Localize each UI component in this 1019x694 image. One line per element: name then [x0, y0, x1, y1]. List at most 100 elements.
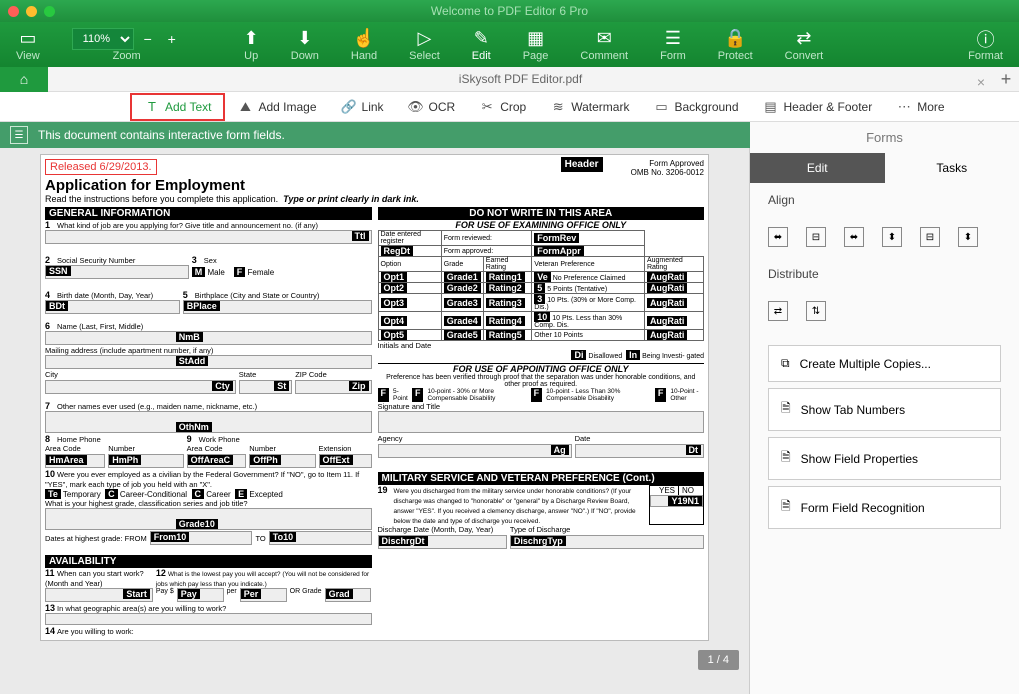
more-button[interactable]: ⋯More [884, 93, 956, 121]
tab-edit[interactable]: Edit [750, 153, 885, 183]
field-off-ext[interactable]: OffExt [319, 454, 372, 468]
up-button[interactable]: ⬆Up [228, 28, 275, 62]
section-availability: AVAILABILITY [45, 555, 372, 568]
add-image-button[interactable]: ⛰Add Image [225, 93, 328, 121]
panel-tabs: Edit Tasks [750, 153, 1019, 183]
home-icon[interactable]: ⌂ [0, 67, 48, 92]
document-view[interactable]: Released 6/29/2013. Application for Empl… [0, 148, 750, 694]
examining-office: FOR USE OF EXAMINING OFFICE ONLY [378, 220, 705, 230]
add-tab-button[interactable]: + [993, 69, 1019, 90]
field-to10[interactable]: To10 [269, 531, 372, 545]
field-signature[interactable] [378, 411, 705, 433]
tab-tasks[interactable]: Tasks [885, 153, 1019, 183]
field-from10[interactable]: From10 [150, 531, 253, 545]
convert-button[interactable]: ⇄Convert [769, 28, 840, 62]
image-icon: ⛰ [237, 99, 253, 115]
field-off-ph[interactable]: OffPh [249, 454, 315, 468]
align-top-icon[interactable]: ⬍ [882, 227, 902, 247]
tab-row: ⌂ iSkysoft PDF Editor.pdf× + [0, 67, 1019, 92]
zoom-select[interactable]: 110% [72, 28, 134, 50]
field-start[interactable]: Start [45, 588, 153, 602]
show-field-props-button[interactable]: 🗎Show Field Properties [768, 437, 1001, 480]
comment-button[interactable]: ✉Comment [564, 28, 644, 62]
zoom-in-button[interactable]: + [162, 29, 182, 49]
panel-title: Forms [750, 122, 1019, 153]
hand-button[interactable]: ☝Hand [335, 28, 393, 62]
appointing-office: FOR USE OF APPOINTING OFFICE ONLY [378, 363, 705, 374]
field-y19[interactable]: Y19N1 [650, 495, 703, 507]
ocr-icon: 👁 [408, 99, 424, 115]
link-button[interactable]: 🔗Link [329, 93, 396, 121]
crop-icon: ✂ [479, 99, 495, 115]
field-date[interactable]: Dt [575, 444, 704, 458]
field-hm-area[interactable]: HmArea [45, 454, 105, 468]
field-off-area[interactable]: OffAreaC [187, 454, 247, 468]
field-ssn[interactable]: SSN [45, 265, 189, 279]
protect-button[interactable]: 🔒Protect [702, 28, 769, 62]
field-birthplace[interactable]: BPlace [183, 300, 372, 314]
pdf-page: Released 6/29/2013. Application for Empl… [40, 154, 709, 641]
field-zip[interactable]: Zip [295, 380, 371, 394]
page-button[interactable]: ▦Page [507, 28, 565, 62]
field-city[interactable]: Cty [45, 380, 236, 394]
form-button[interactable]: ☰Form [644, 28, 702, 62]
window-title: Welcome to PDF Editor 6 Pro [0, 4, 1019, 18]
section-military: MILITARY SERVICE AND VETERAN PREFERENCE … [378, 472, 705, 485]
more-icon: ⋯ [896, 99, 912, 115]
background-button[interactable]: ▭Background [641, 93, 750, 121]
add-text-button[interactable]: TAdd Text [130, 93, 225, 121]
distribute-label: Distribute [750, 257, 1019, 291]
show-tab-numbers-button[interactable]: 🗎Show Tab Numbers [768, 388, 1001, 431]
field-othernames[interactable]: OthNm [45, 411, 372, 433]
distribute-h-icon[interactable]: ⇄ [768, 301, 788, 321]
link-icon: 🔗 [341, 99, 357, 115]
form-instructions: Read the instructions before you complet… [45, 194, 561, 204]
watermark-icon: ≋ [550, 99, 566, 115]
down-button[interactable]: ⬇Down [275, 28, 335, 62]
section-general: GENERAL INFORMATION [45, 207, 372, 220]
copies-icon: ⧉ [781, 356, 790, 371]
align-center-h-icon[interactable]: ⊟ [806, 227, 826, 247]
header-footer-button[interactable]: ▤Header & Footer [751, 93, 885, 121]
select-button[interactable]: ▷Select [393, 28, 456, 62]
field-state[interactable]: St [239, 380, 292, 394]
ocr-button[interactable]: 👁OCR [396, 93, 468, 121]
create-copies-button[interactable]: ⧉Create Multiple Copies... [768, 345, 1001, 382]
field-grade10[interactable]: Grade10 [45, 508, 372, 530]
format-button[interactable]: ⓘFormat [952, 28, 1019, 62]
form-icon: ☰ [10, 126, 28, 144]
field-hm-ph[interactable]: HmPh [108, 454, 183, 468]
distribute-row: ⇄ ⇅ [750, 291, 1019, 331]
field-address[interactable]: StAdd [45, 355, 372, 369]
edit-button[interactable]: ✎Edit [456, 28, 507, 62]
field-pay[interactable]: Pay [177, 588, 224, 602]
watermark-button[interactable]: ≋Watermark [538, 93, 641, 121]
header-tag: Header [561, 157, 603, 172]
tabnum-icon: 🗎 [781, 399, 791, 420]
zoom-out-button[interactable]: − [138, 29, 158, 49]
field-dischrg-dt[interactable]: DischrgDt [378, 535, 507, 549]
field-per[interactable]: Per [240, 588, 287, 602]
field-grad[interactable]: Grad [325, 588, 372, 602]
align-bottom-icon[interactable]: ⬍ [958, 227, 978, 247]
align-right-icon[interactable]: ⬌ [844, 227, 864, 247]
align-left-icon[interactable]: ⬌ [768, 227, 788, 247]
sub-toolbar: TAdd Text ⛰Add Image 🔗Link 👁OCR ✂Crop ≋W… [0, 92, 1019, 122]
form-field-recognition-button[interactable]: 🗎Form Field Recognition [768, 486, 1001, 529]
distribute-v-icon[interactable]: ⇅ [806, 301, 826, 321]
view-button[interactable]: ▭View [0, 28, 56, 62]
field-agency[interactable]: Ag [378, 444, 572, 458]
crop-button[interactable]: ✂Crop [467, 93, 538, 121]
field-birthdate[interactable]: BDt [45, 300, 180, 314]
field-name[interactable]: NmB [45, 331, 372, 345]
form-title: Application for Employment [45, 177, 561, 194]
field-dischrg-typ[interactable]: DischrgTyp [510, 535, 704, 549]
field-geo[interactable] [45, 613, 372, 625]
document-tab[interactable]: iSkysoft PDF Editor.pdf× [48, 67, 993, 92]
close-tab-icon[interactable]: × [977, 70, 985, 95]
props-icon: 🗎 [781, 448, 791, 469]
field-title[interactable]: Ttl [45, 230, 372, 244]
recog-icon: 🗎 [781, 497, 791, 518]
section-donotwrite: DO NOT WRITE IN THIS AREA [378, 207, 705, 220]
align-center-v-icon[interactable]: ⊟ [920, 227, 940, 247]
